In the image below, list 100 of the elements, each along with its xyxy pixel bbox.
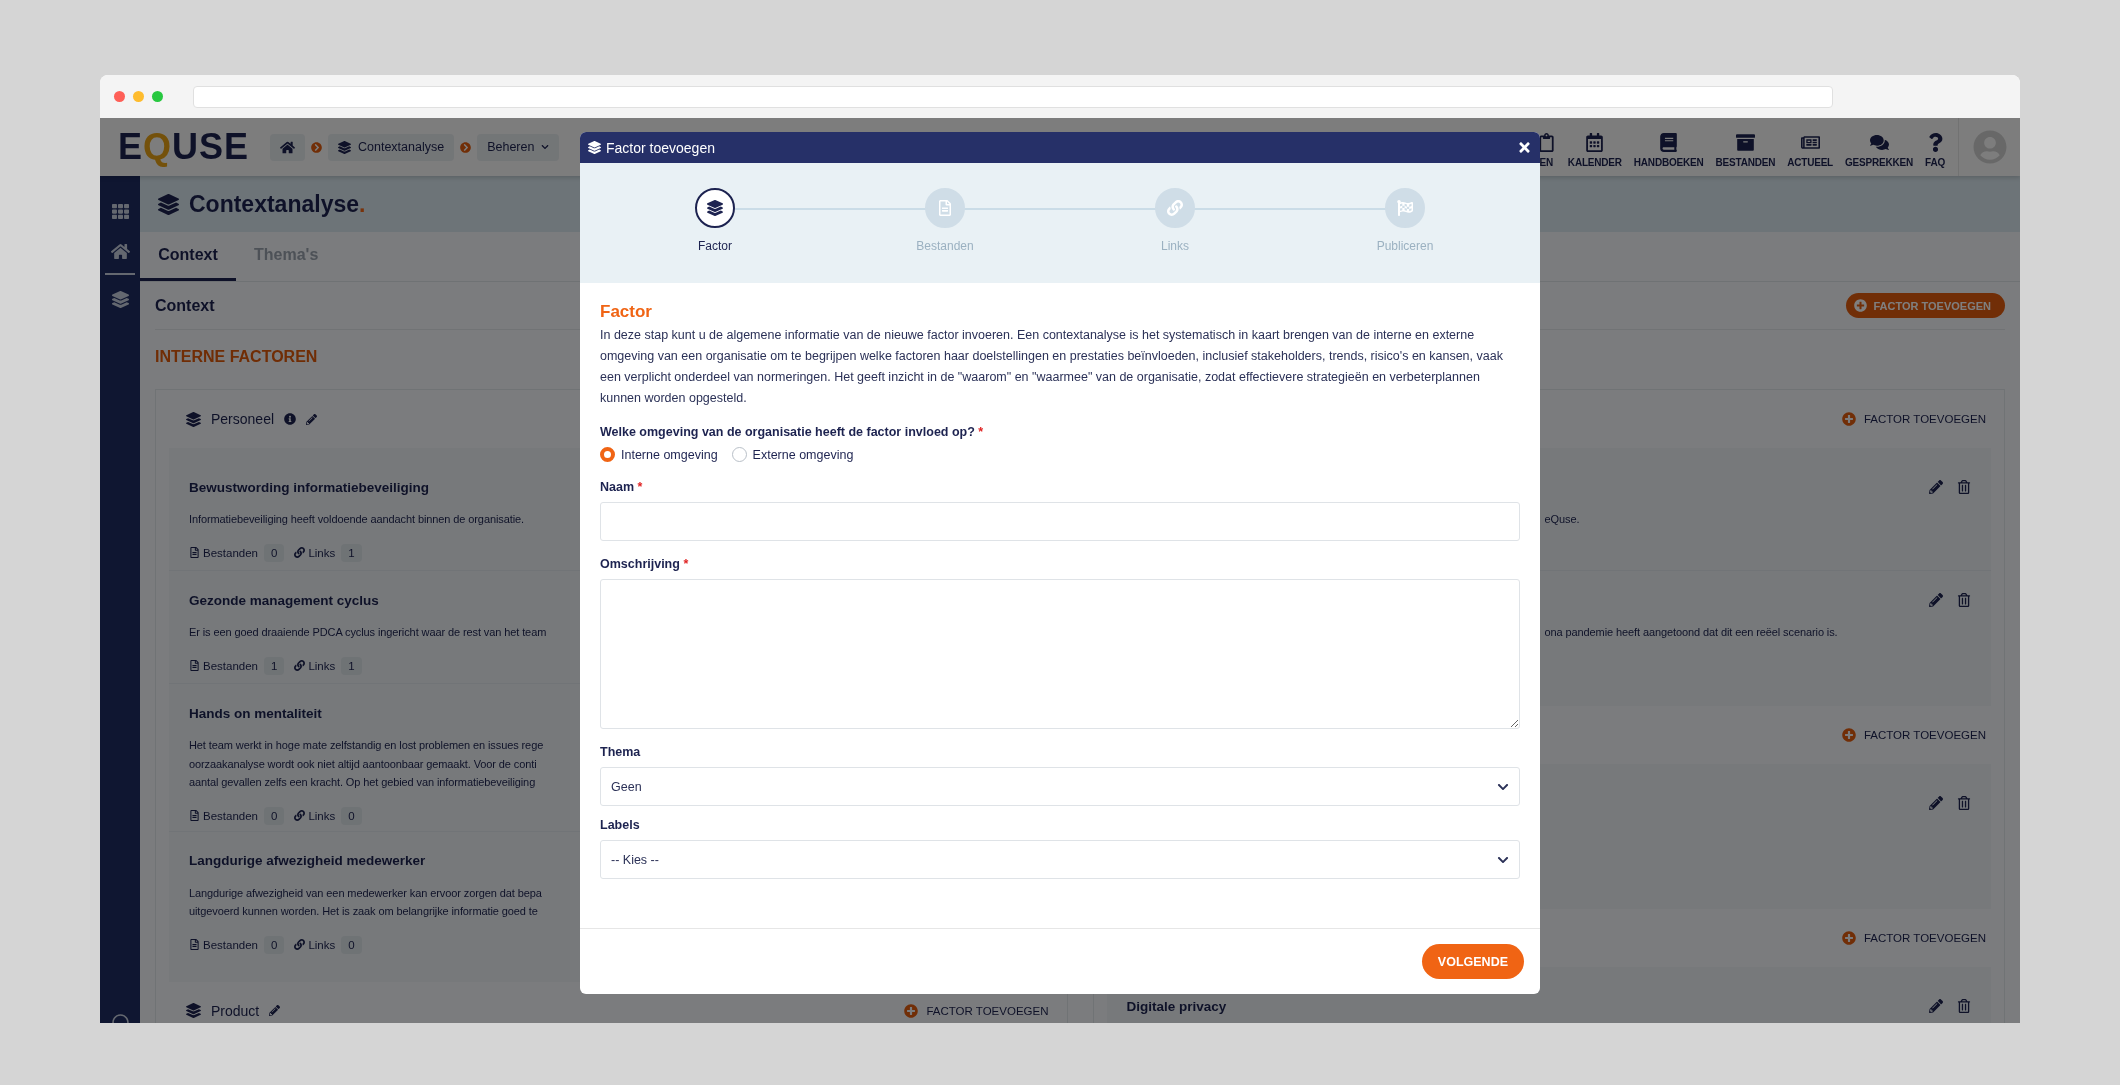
- nav-item[interactable]: BESTANDEN: [1710, 133, 1781, 168]
- factor-description: Er is een goed draaiende PDCA cyclus ingericht waar de rest van het team: [189, 625, 547, 640]
- links-count: 1: [341, 543, 362, 562]
- intro-text: In deze stap kunt u de algemene informatie van de nieuwe factor invoeren. Een contextanalyse is het systematisch in kaart brengen van de interne en externe omgeving van een organisatie om te begrijpen welke factoren haar doelstellingen en prestaties beïnvloeden, inclusief stakeholders, trends, risico's en kansen, vaak een verplicht onderdeel van normeringen. Het geeft inzicht in de "waarom" en "waarmee" van de organisatie, zodat effectievere strategieën en verbeterplannen kunnen worden opgesteld.: [600, 327, 1504, 407]
- plus-icon: [1841, 931, 1856, 945]
- factor-description: aantal gevallen zelfs een kracht. Op het gebied van informatiebeveiliging: [189, 775, 536, 790]
- breadcrumb-link[interactable]: Contextanalyse: [328, 133, 455, 161]
- factor-description: eQuse.: [1544, 512, 1580, 527]
- edit-icon[interactable]: [1929, 796, 1943, 810]
- add-factor-button[interactable]: FACTOR TOEVOEGEN: [1846, 293, 2005, 318]
- link-icon: [294, 939, 306, 950]
- calendar-icon: [1585, 133, 1605, 152]
- add-factor-link[interactable]: FACTOR TOEVOEGEN: [1841, 728, 1986, 742]
- radio-option[interactable]: Interne omgeving: [600, 447, 718, 462]
- layers-icon: [186, 411, 201, 427]
- add-factor-link[interactable]: FACTOR TOEVOEGEN: [1841, 412, 1986, 426]
- nav-item[interactable]: GESPREKKEN: [1840, 133, 1919, 168]
- layers-icon: [588, 141, 601, 154]
- close-dot-icon[interactable]: [114, 91, 125, 102]
- document-icon: [189, 939, 200, 950]
- files-count: 0: [264, 935, 285, 954]
- files-count: 1: [264, 656, 285, 675]
- nav-item[interactable]: ACTUEEL: [1782, 133, 1838, 168]
- edit-icon[interactable]: [1929, 999, 1943, 1013]
- link-icon: [294, 660, 306, 671]
- field-label: Omschrijving *: [600, 557, 690, 571]
- close-button[interactable]: [1517, 140, 1532, 155]
- field-label: Naam *: [600, 480, 644, 494]
- trash-icon[interactable]: [1957, 480, 1971, 494]
- layers-icon[interactable]: [111, 291, 129, 308]
- trash-icon[interactable]: [1957, 999, 1971, 1013]
- layers-icon: [186, 1003, 201, 1018]
- links-label: Links: [294, 546, 336, 559]
- select-field[interactable]: Geen: [600, 767, 1520, 806]
- page-title: Contextanalyse.: [189, 190, 366, 218]
- home-icon: [280, 139, 295, 155]
- plus-icon: [1841, 412, 1856, 426]
- document-icon: [189, 660, 200, 671]
- links-count: 0: [341, 806, 362, 825]
- nav-item[interactable]: EN: [1531, 133, 1561, 168]
- wizard-step[interactable]: Factor: [600, 188, 830, 263]
- factor-description: Langdurige afwezigheid van een medewerker kan ervoor zorgen dat bepa: [189, 885, 542, 901]
- trash-icon[interactable]: [1957, 593, 1971, 607]
- layers-icon: [158, 193, 179, 215]
- document-icon: [937, 200, 953, 216]
- trash-icon[interactable]: [1957, 796, 1971, 810]
- files-label: Bestanden: [189, 546, 258, 559]
- chevron-icon: [460, 141, 472, 153]
- newspaper-icon: [1800, 133, 1820, 152]
- plus-icon: [1854, 299, 1868, 312]
- links-label: Links: [294, 659, 336, 672]
- layers-icon: [707, 200, 723, 216]
- radio-option[interactable]: Externe omgeving: [731, 447, 854, 462]
- plus-icon: [904, 1003, 919, 1018]
- form-heading: Factor: [600, 302, 653, 322]
- nav-item[interactable]: KALENDER: [1562, 133, 1627, 168]
- logo: EQUSE: [118, 126, 250, 168]
- maximize-dot-icon[interactable]: [152, 91, 163, 102]
- nav-item[interactable]: FAQ: [1920, 133, 1950, 168]
- group-name: Product: [211, 1002, 260, 1019]
- links-count: 0: [341, 935, 362, 954]
- category-heading: INTERNE FACTOREN: [155, 348, 318, 366]
- field-label: Thema: [600, 745, 642, 759]
- factor-description: Het team werkt in hoge mate zelfstandig en lost problemen en issues rege: [189, 738, 544, 753]
- document-icon: [189, 810, 200, 821]
- modal-title: Factor toevoegen: [606, 139, 715, 156]
- files-count: 0: [264, 543, 285, 562]
- checkered-flag-icon: [1397, 200, 1413, 216]
- select-field[interactable]: -- Kies --: [600, 840, 1520, 879]
- factor-title: Gezonde management cyclus: [189, 592, 379, 608]
- next-button[interactable]: VOLGENDE: [1421, 944, 1524, 979]
- chat-bubbles-icon: [1869, 133, 1889, 152]
- files-label: Bestanden: [189, 809, 258, 822]
- edit-icon[interactable]: [1929, 480, 1943, 494]
- home-button[interactable]: [270, 133, 305, 161]
- chevron-icon: [311, 141, 322, 153]
- files-label: Bestanden: [189, 659, 258, 672]
- link-icon: [294, 810, 306, 821]
- tab[interactable]: Context: [140, 232, 236, 281]
- factor-title: Langdurige afwezigheid medewerker: [189, 853, 426, 868]
- factor-title: Bewustwording informatiebeveiliging: [189, 479, 430, 495]
- edit-icon[interactable]: [1929, 593, 1943, 607]
- nav-item[interactable]: HANDBOEKEN: [1628, 133, 1709, 168]
- caret-icon: [541, 143, 550, 151]
- factor-description: ona pandemie heeft aangetoond dat dit een reëel scenario is.: [1544, 625, 1838, 640]
- factor-description: uitgevoerd kunnen worden. Het is zaak om belangrijke informatie goed te: [189, 904, 538, 919]
- links-label: Links: [294, 938, 336, 951]
- add-factor-link[interactable]: FACTOR TOEVOEGEN: [1841, 931, 1986, 945]
- minimize-dot-icon[interactable]: [133, 91, 144, 102]
- factor-description: oorzaakanalyse wordt ook niet altijd aantoonbaar gemaakt. Voor de conti: [189, 756, 537, 772]
- factor-title: Hands on mentaliteit: [189, 705, 322, 721]
- files-count: 0: [264, 806, 285, 825]
- factor-title: Digitale privacy: [1126, 998, 1227, 1014]
- add-factor-link[interactable]: FACTOR TOEVOEGEN: [904, 1003, 1049, 1018]
- link-icon: [294, 547, 306, 558]
- grid-icon[interactable]: [111, 203, 129, 220]
- breadcrumb-menu[interactable]: Beheren: [477, 133, 560, 161]
- name-input[interactable]: [600, 502, 1520, 541]
- layers-icon: [338, 140, 351, 154]
- home-icon[interactable]: [110, 242, 130, 261]
